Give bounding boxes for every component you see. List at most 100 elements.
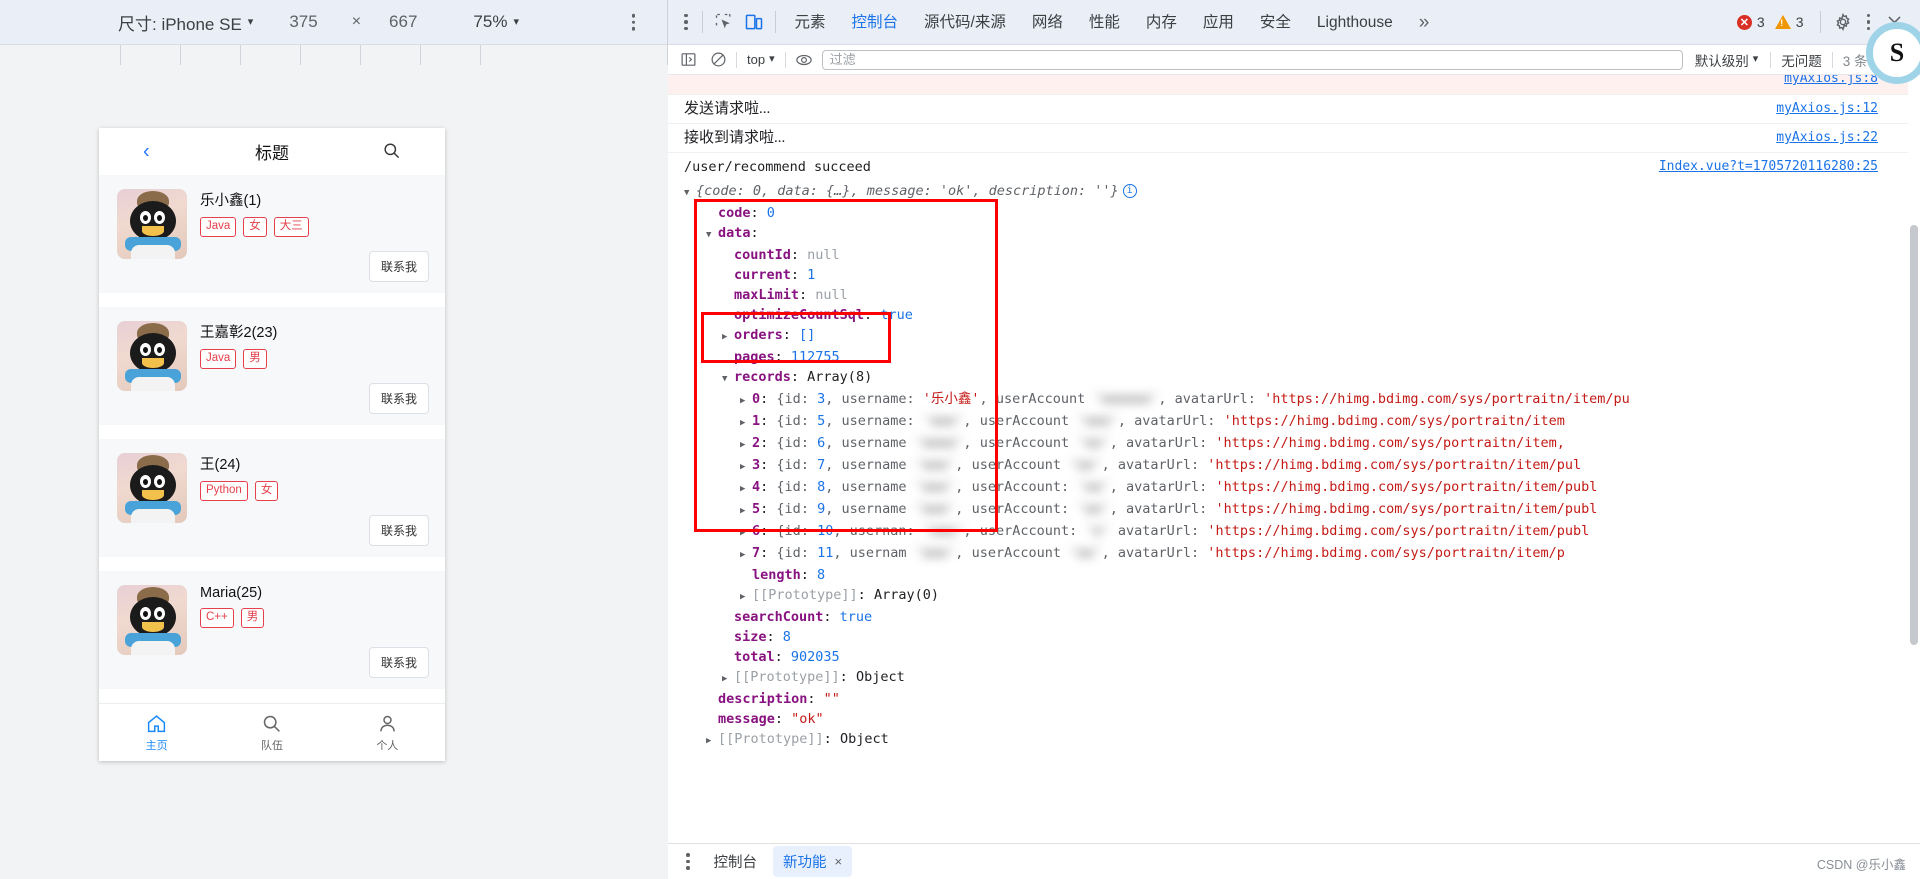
expand-triangle-icon[interactable]: ▶ xyxy=(740,413,752,433)
array-item[interactable]: ▶ 3: {id: 7, username 'xxx', userAccount … xyxy=(668,455,1920,477)
error-count-badge[interactable]: ✕ 3 xyxy=(1736,14,1765,30)
object-property[interactable]: total: 902035 xyxy=(668,647,1920,667)
object-property[interactable]: countId: null xyxy=(668,245,1920,265)
contact-button[interactable]: 联系我 xyxy=(368,383,429,414)
drawer-tab-whatsnew[interactable]: 新功能 × xyxy=(773,846,853,877)
array-item[interactable]: ▶ 2: {id: 6, username 'xxxx', userAccount… xyxy=(668,433,1920,455)
object-property[interactable]: ▶ [[Prototype]]: Object xyxy=(668,729,1920,751)
search-input[interactable] xyxy=(821,49,1683,70)
collapse-triangle-icon[interactable]: ▼ xyxy=(706,225,718,245)
console-message-list[interactable]: myAxios.js:8 发送请求啦... myAxios.js:12 接收到请… xyxy=(668,75,1920,843)
collapse-triangle-icon[interactable]: ▼ xyxy=(684,183,696,203)
expand-triangle-icon[interactable]: ▶ xyxy=(706,731,718,751)
expand-triangle-icon[interactable]: ▶ xyxy=(740,479,752,499)
tab-home[interactable]: 主页 xyxy=(99,713,214,753)
drawer-more-options-icon[interactable] xyxy=(678,848,698,875)
expand-triangle-icon[interactable]: ▶ xyxy=(740,545,752,565)
array-item[interactable]: ▶ 0: {id: 3, username: '乐小鑫', userAccount… xyxy=(668,389,1920,411)
object-property[interactable]: size: 8 xyxy=(668,627,1920,647)
console-sidebar-icon[interactable] xyxy=(676,48,700,72)
object-property[interactable]: ▶ [[Prototype]]: Object xyxy=(668,667,1920,689)
list-item[interactable]: 王(24) Python 女 联系我 xyxy=(99,439,445,557)
object-property[interactable]: ▼ records: Array(8) xyxy=(668,367,1920,389)
source-link[interactable]: Index.vue?t=1705720116280:25 xyxy=(1659,157,1878,177)
issues-status[interactable]: 无问题 xyxy=(1777,50,1826,70)
console-row[interactable]: 发送请求啦... myAxios.js:12 xyxy=(668,95,1920,124)
object-property[interactable]: description: "" xyxy=(668,689,1920,709)
tab-memory[interactable]: 内存 xyxy=(1133,0,1190,45)
tab-sources[interactable]: 源代码/来源 xyxy=(911,0,1019,45)
array-item[interactable]: ▶ 7: {id: 11, usernam 'xxx', userAccount … xyxy=(668,543,1920,565)
expand-triangle-icon[interactable]: ▶ xyxy=(740,587,752,607)
source-link[interactable]: myAxios.js:22 xyxy=(1776,128,1878,148)
object-property[interactable]: maxLimit: null xyxy=(668,285,1920,305)
object-property[interactable]: current: 1 xyxy=(668,265,1920,285)
list-item[interactable]: 王嘉彰2(23) Java 男 联系我 xyxy=(99,307,445,425)
list-item[interactable]: 乐小鑫(1) Java 女 大三 联系我 xyxy=(99,175,445,293)
search-icon[interactable] xyxy=(382,141,401,163)
tab-security[interactable]: 安全 xyxy=(1247,0,1304,45)
close-icon[interactable]: × xyxy=(835,854,843,869)
array-item[interactable]: ▶ 4: {id: 8, username 'xxx', userAccount:… xyxy=(668,477,1920,499)
expand-triangle-icon[interactable]: ▶ xyxy=(740,435,752,455)
source-link[interactable]: myAxios.js:12 xyxy=(1776,99,1878,119)
array-item[interactable]: ▶ 6: {id: 10, usernan: 'xxx', userAccount… xyxy=(668,521,1920,543)
contact-button[interactable]: 联系我 xyxy=(368,515,429,546)
object-property[interactable]: optimizeCountSql: true xyxy=(668,305,1920,325)
info-icon[interactable]: i xyxy=(1122,184,1137,198)
gear-icon[interactable] xyxy=(1827,6,1859,38)
device-size-selector[interactable]: 尺寸: iPhone SE ▾ xyxy=(118,10,253,35)
tab-console[interactable]: 控制台 xyxy=(839,0,912,45)
tab-lighthouse[interactable]: Lighthouse xyxy=(1304,0,1406,45)
console-row[interactable]: /user/recommend succeed Index.vue?t=1705… xyxy=(668,153,1920,181)
live-expression-icon[interactable] xyxy=(792,48,816,72)
tab-overflow-icon[interactable]: » xyxy=(1406,0,1443,45)
contact-button[interactable]: 联系我 xyxy=(368,251,429,282)
console-row-error[interactable]: myAxios.js:8 xyxy=(668,75,1920,95)
object-property[interactable]: code: 0 xyxy=(668,203,1920,223)
object-property[interactable]: length: 8 xyxy=(668,565,1920,585)
expand-triangle-icon[interactable]: ▶ xyxy=(740,391,752,411)
inspect-element-icon[interactable] xyxy=(709,7,739,37)
contact-button[interactable]: 联系我 xyxy=(368,647,429,678)
source-link[interactable]: myAxios.js:8 xyxy=(1784,75,1878,89)
drawer-tab-console[interactable]: 控制台 xyxy=(702,851,770,872)
clear-console-icon[interactable] xyxy=(706,48,730,72)
object-property[interactable]: message: "ok" xyxy=(668,709,1920,729)
object-property[interactable]: ▼ data: xyxy=(668,223,1920,245)
log-level-selector[interactable]: 默认级别 ▾ xyxy=(1689,50,1765,70)
console-vertical-scrollbar[interactable] xyxy=(1908,75,1920,843)
device-height-input[interactable]: 667 xyxy=(389,12,417,32)
device-more-options-button[interactable] xyxy=(628,10,640,35)
back-icon[interactable]: ‹ xyxy=(143,140,150,163)
expand-triangle-icon[interactable]: ▶ xyxy=(740,523,752,543)
list-item[interactable]: Maria(25) C++ 男 联系我 xyxy=(99,571,445,689)
expand-triangle-icon[interactable]: ▶ xyxy=(740,501,752,521)
devtools-main-menu-button[interactable] xyxy=(676,9,696,36)
user-card-list[interactable]: 乐小鑫(1) Java 女 大三 联系我 王嘉彰2(23) Java 男 联系我… xyxy=(99,175,445,703)
tab-application[interactable]: 应用 xyxy=(1190,0,1247,45)
console-row[interactable]: 接收到请求啦... myAxios.js:22 xyxy=(668,124,1920,153)
tab-profile[interactable]: 个人 xyxy=(330,713,445,753)
object-property[interactable]: ▶ orders: [] xyxy=(668,325,1920,347)
object-property[interactable]: searchCount: true xyxy=(668,607,1920,627)
array-item[interactable]: ▶ 5: {id: 9, username 'xxx', userAccount:… xyxy=(668,499,1920,521)
device-zoom-selector[interactable]: 75% ▾ xyxy=(473,12,519,32)
collapse-triangle-icon[interactable]: ▼ xyxy=(722,369,734,389)
expand-triangle-icon[interactable]: ▶ xyxy=(722,327,734,347)
console-object-tree[interactable]: ▼ {code: 0, data: {…}, message: 'ok', des… xyxy=(668,181,1920,757)
tab-performance[interactable]: 性能 xyxy=(1076,0,1133,45)
tab-network[interactable]: 网络 xyxy=(1019,0,1076,45)
warning-count-badge[interactable]: 3 xyxy=(1774,14,1804,30)
device-width-input[interactable]: 375 xyxy=(289,12,317,32)
expand-triangle-icon[interactable]: ▶ xyxy=(722,669,734,689)
tab-elements[interactable]: 元素 xyxy=(782,0,839,45)
execution-context-selector[interactable]: top ▾ xyxy=(743,52,779,67)
object-summary-line[interactable]: ▼ {code: 0, data: {…}, message: 'ok', des… xyxy=(668,181,1920,203)
device-toolbar-icon[interactable] xyxy=(739,7,769,37)
tab-teams[interactable]: 队伍 xyxy=(214,713,329,753)
expand-triangle-icon[interactable]: ▶ xyxy=(740,457,752,477)
object-property[interactable]: ▶ [[Prototype]]: Array(0) xyxy=(668,585,1920,607)
object-property[interactable]: pages: 112755 xyxy=(668,347,1920,367)
array-item[interactable]: ▶ 1: {id: 5, username: 'xxx', userAccount… xyxy=(668,411,1920,433)
